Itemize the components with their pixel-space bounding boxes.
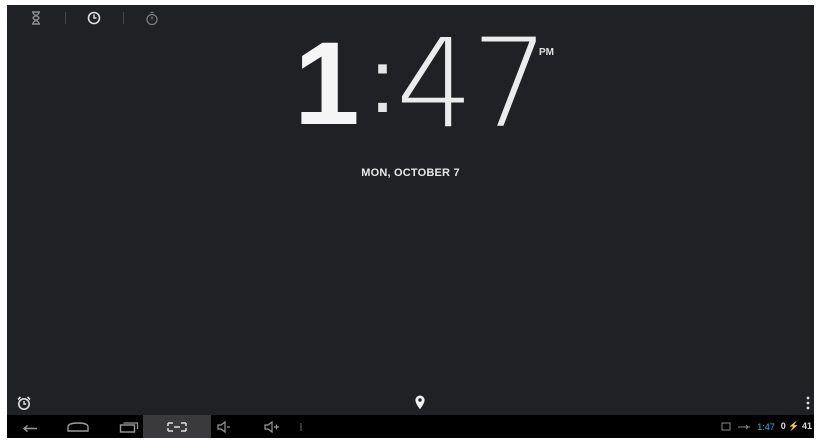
volume-up-icon	[264, 420, 279, 433]
screenshot-icon	[167, 421, 187, 432]
stopwatch-icon	[146, 11, 158, 25]
clock-date: MON, OCTOBER 7	[361, 167, 460, 179]
status-area[interactable]: 1:47 0 ⚡ 41	[721, 415, 814, 438]
tab-clock[interactable]	[65, 5, 123, 31]
clock-ampm: PM	[539, 47, 554, 58]
clock-colon: :	[370, 32, 396, 132]
overflow-menu-button[interactable]	[804, 395, 812, 411]
more-icon	[300, 422, 302, 431]
status-time: 1:47	[757, 421, 775, 432]
location-button[interactable]	[413, 394, 427, 412]
digital-clock: 1 : 47 PM	[294, 23, 574, 145]
action-row	[7, 391, 814, 415]
alarm-button[interactable]	[16, 395, 32, 411]
clock-hour: 1	[294, 18, 360, 150]
volume-down-button[interactable]	[205, 415, 243, 438]
tab-stopwatch[interactable]	[123, 5, 181, 31]
status-battery: 0 ⚡ 41	[780, 421, 812, 431]
tab-timer[interactable]	[7, 5, 65, 31]
screenshot-button[interactable]	[143, 415, 211, 438]
location-pin-icon	[415, 395, 425, 410]
volume-down-icon	[217, 420, 230, 433]
home-button[interactable]	[59, 415, 97, 438]
clock-icon	[87, 11, 101, 25]
usb-icon	[738, 424, 751, 429]
overflow-menu-icon	[806, 396, 810, 410]
more-nav-button[interactable]	[291, 415, 311, 438]
clock-minutes: 47	[396, 13, 549, 155]
sd-card-icon	[721, 422, 731, 431]
system-navigation-bar: 1:47 0 ⚡ 41	[7, 415, 814, 438]
deskclock-screen: 1 : 47 PM MON, OCTOBER 7 1:47 0 ⚡ 41	[7, 5, 814, 438]
back-button[interactable]	[11, 415, 49, 438]
home-icon	[67, 421, 89, 432]
clock-tab-bar	[7, 5, 197, 31]
hourglass-icon	[32, 11, 40, 25]
alarm-icon	[17, 396, 31, 410]
recent-apps-icon	[119, 421, 139, 433]
back-icon	[22, 424, 37, 432]
volume-up-button[interactable]	[253, 415, 291, 438]
